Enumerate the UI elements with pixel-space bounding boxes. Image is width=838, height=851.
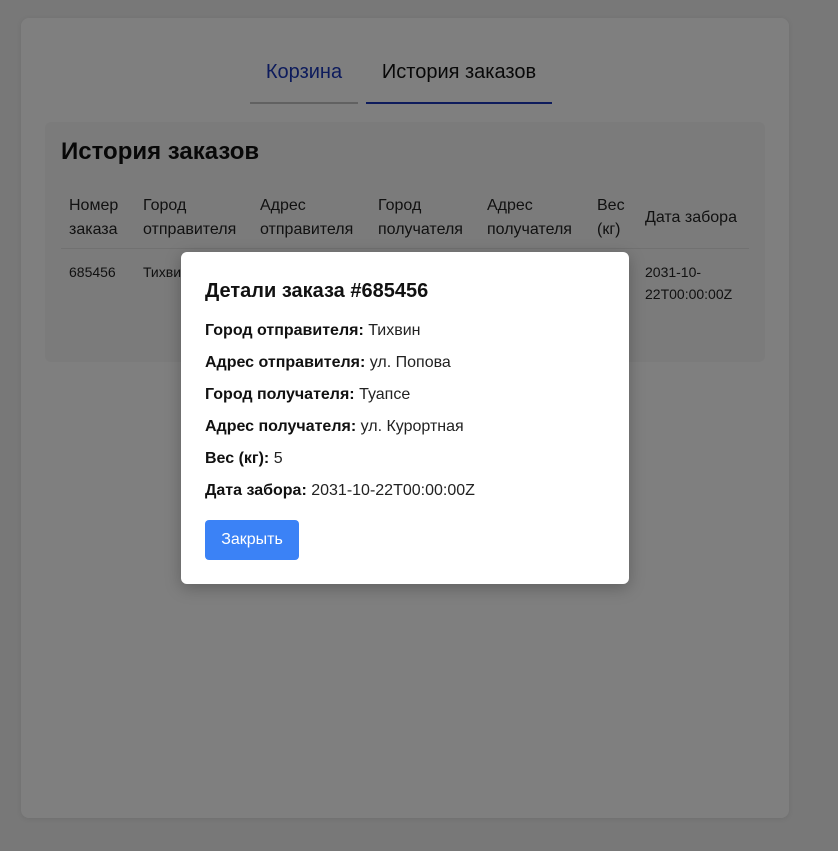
detail-value: ул. Курортная: [360, 418, 464, 435]
detail-label: Дата забора:: [205, 482, 307, 499]
detail-label: Адрес получателя:: [205, 418, 357, 435]
detail-label: Город получателя:: [205, 386, 355, 403]
close-button[interactable]: Закрыть: [205, 520, 299, 560]
detail-recipient-city: Город получателя: Туапсе: [205, 385, 410, 405]
detail-value: Туапсе: [359, 386, 411, 403]
modal-title: Детали заказа #685456: [205, 280, 429, 302]
order-details-modal: Детали заказа #685456 Город отправителя:…: [181, 252, 629, 584]
detail-value: 5: [273, 450, 283, 467]
detail-value: 2031-10-22T00:00:00Z: [311, 482, 475, 499]
detail-recipient-address: Адрес получателя: ул. Курортная: [205, 417, 464, 437]
detail-label: Вес (кг):: [205, 450, 270, 467]
detail-value: Тихвин: [368, 322, 421, 339]
detail-pickup-date: Дата забора: 2031-10-22T00:00:00Z: [205, 481, 475, 501]
detail-sender-address: Адрес отправителя: ул. Попова: [205, 353, 451, 373]
detail-weight: Вес (кг): 5: [205, 449, 283, 469]
detail-label: Адрес отправителя:: [205, 354, 366, 371]
detail-label: Город отправителя:: [205, 322, 364, 339]
detail-sender-city: Город отправителя: Тихвин: [205, 321, 421, 341]
detail-value: ул. Попова: [369, 354, 451, 371]
